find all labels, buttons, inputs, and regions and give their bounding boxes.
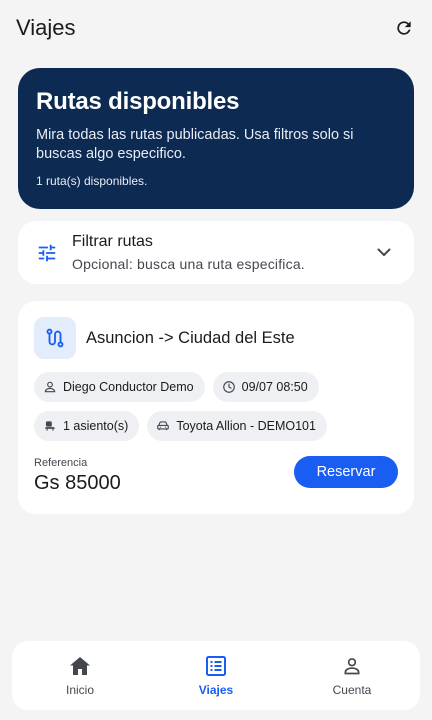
reserve-button[interactable]: Reservar (294, 456, 398, 488)
list-icon (205, 655, 227, 677)
nav-item-viajes[interactable]: Viajes (171, 655, 261, 697)
filter-routes-expander[interactable]: Filtrar rutas Opcional: busca una ruta e… (18, 221, 414, 284)
hero-subtitle: Mira todas las rutas publicadas. Usa fil… (36, 127, 354, 162)
nav-item-inicio[interactable]: Inicio (35, 655, 125, 697)
nav-item-cuenta[interactable]: Cuenta (307, 655, 397, 697)
departure-datetime: 09/07 08:50 (241, 380, 308, 394)
nav-label-inicio: Inicio (65, 682, 94, 697)
vehicle-info: Toyota Allion - DEMO101 (176, 419, 316, 433)
refresh-icon (397, 21, 411, 35)
tune-icon (36, 242, 58, 264)
nav-label-viajes: Viajes (198, 682, 234, 697)
person-icon (341, 655, 363, 677)
driver-chip: Diego Conductor Demo (34, 372, 205, 402)
car-icon (157, 421, 170, 431)
seats-available: 1 asiento(s) (63, 419, 129, 433)
route-title: Asuncion -> Ciudad del Este (86, 328, 295, 347)
route-icon (34, 317, 76, 359)
chevron-down-icon[interactable] (372, 241, 396, 265)
nav-label-cuenta: Cuenta (332, 682, 372, 697)
person-icon (44, 381, 56, 393)
hero-banner: Rutas disponibles Mira todas las rutas p… (18, 68, 414, 209)
page-title: Viajes (16, 15, 76, 40)
seats-chip: 1 asiento(s) (34, 411, 140, 441)
filter-subtitle: Opcional: busca una ruta especifica. (72, 256, 305, 272)
driver-name: Diego Conductor Demo (63, 380, 194, 394)
bottom-navigation: Inicio Viajes Cuenta (12, 641, 420, 710)
routes-count: 1 ruta(s) disponibles. (36, 174, 148, 188)
price-value: Gs 85000 (34, 472, 121, 494)
app-bar: Viajes (0, 0, 432, 56)
vehicle-chip: Toyota Allion - DEMO101 (147, 411, 327, 441)
price-label: Referencia (34, 457, 88, 469)
hero-title: Rutas disponibles (36, 88, 240, 115)
clock-icon (222, 381, 235, 393)
home-icon (69, 655, 91, 677)
refresh-button[interactable] (392, 16, 416, 40)
filter-title: Filtrar rutas (72, 233, 153, 250)
seat-icon (45, 421, 55, 431)
datetime-chip: 09/07 08:50 (212, 372, 319, 402)
route-card: Asuncion -> Ciudad del Este Diego Conduc… (18, 301, 414, 514)
